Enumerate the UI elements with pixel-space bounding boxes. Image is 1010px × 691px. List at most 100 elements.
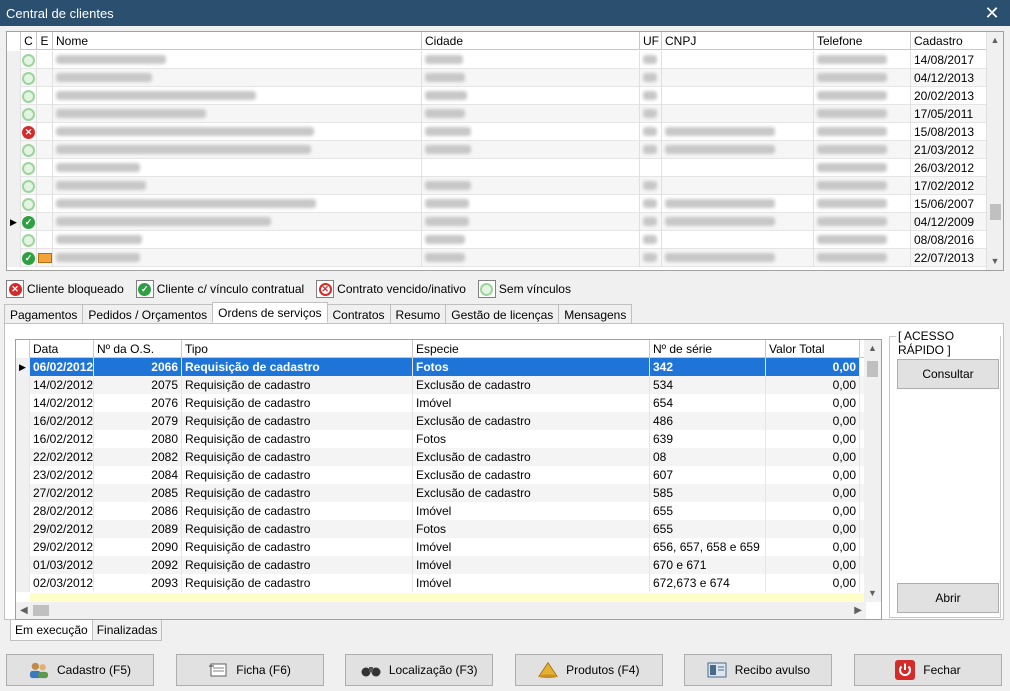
subtab-em-execucao[interactable]: Em execução	[10, 620, 93, 641]
consultar-button[interactable]: Consultar	[897, 359, 999, 389]
tab-pagamentos[interactable]: Pagamentos	[4, 304, 84, 323]
scroll-up-icon[interactable]: ▲	[987, 32, 1003, 49]
totals-row	[30, 593, 866, 601]
client-row[interactable]: 14/08/2017	[7, 51, 987, 69]
tab-gestao-de-licencas[interactable]: Gestão de licenças	[445, 304, 560, 323]
client-row[interactable]: 21/03/2012	[7, 141, 987, 159]
os-row[interactable]: 02/03/2012 2093 Requisição de cadastro Imóv…	[16, 574, 881, 592]
col-c[interactable]: C	[21, 32, 37, 50]
client-grid-scrollbar[interactable]: ▲ ▼	[986, 32, 1003, 270]
os-row[interactable]: 29/02/2012 2089 Requisição de cadastro Foto…	[16, 520, 881, 538]
row-indicator	[7, 105, 21, 123]
cell-nome	[53, 159, 422, 177]
row-indicator	[7, 177, 21, 195]
cell-data: 29/02/2012	[30, 520, 94, 538]
col-uf[interactable]: UF	[640, 32, 662, 50]
os-grid[interactable]: Data Nº da O.S. Tipo Especie Nº de série…	[15, 339, 882, 620]
os-grid-hscrollbar[interactable]: ◀ ▶	[16, 602, 866, 619]
tab-contratos[interactable]: Contratos	[326, 304, 391, 323]
col-cnpj[interactable]: CNPJ	[662, 32, 814, 50]
cell-data: 14/02/2012	[30, 376, 94, 394]
os-row[interactable]: 16/02/2012 2080 Requisição de cadastro Foto…	[16, 430, 881, 448]
client-row[interactable]: 17/05/2011	[7, 105, 987, 123]
os-row[interactable]: 29/02/2012 2090 Requisição de cadastro Imóv…	[16, 538, 881, 556]
os-row[interactable]: 01/03/2012 2092 Requisição de cadastro Imóv…	[16, 556, 881, 574]
client-row[interactable]: 04/12/2013	[7, 69, 987, 87]
col-cidade[interactable]: Cidade	[422, 32, 640, 50]
cell-num-serie: 655	[650, 520, 766, 538]
client-grid[interactable]: C E Nome Cidade UF CNPJ Telefone Cadastr…	[6, 31, 1004, 271]
col-e[interactable]: E	[37, 32, 53, 50]
os-row[interactable]: 14/02/2012 2076 Requisição de cadastro Imóv…	[16, 394, 881, 412]
os-grid-vscrollbar[interactable]: ▲ ▼	[864, 340, 881, 602]
cell-nome	[53, 105, 422, 123]
hscroll-thumb[interactable]	[33, 605, 49, 616]
tab-pedidos-orcamentos[interactable]: Pedidos / Orçamentos	[82, 304, 214, 323]
col-data[interactable]: Data	[30, 340, 94, 358]
col-valor-total[interactable]: Valor Total	[766, 340, 860, 358]
client-row[interactable]: 08/08/2016	[7, 231, 987, 249]
cell-telefone	[814, 105, 911, 123]
scroll-down-icon[interactable]: ▼	[987, 253, 1003, 270]
cell-nome	[53, 123, 422, 141]
cadastro-button[interactable]: Cadastro (F5)	[6, 654, 154, 686]
cell-valor-total: 0,00	[766, 412, 860, 430]
window-title: Central de clientes	[6, 5, 114, 21]
abrir-button[interactable]: Abrir	[897, 583, 999, 613]
fechar-button[interactable]: Fechar	[853, 654, 1002, 686]
client-row[interactable]: 17/02/2012	[7, 177, 987, 195]
scroll-thumb[interactable]	[990, 204, 1001, 220]
os-row[interactable]: 22/02/2012 2082 Requisição de cadastro Excl…	[16, 448, 881, 466]
client-row[interactable]: 26/03/2012	[7, 159, 987, 177]
col-num-serie[interactable]: Nº de série	[650, 340, 766, 358]
scroll-down-icon[interactable]: ▼	[864, 585, 881, 602]
cell-uf	[640, 177, 662, 195]
cell-especie: Imóvel	[413, 556, 650, 574]
scroll-up-icon[interactable]: ▲	[864, 340, 881, 357]
col-especie[interactable]: Especie	[413, 340, 650, 358]
cell-status	[21, 51, 37, 69]
legend-vinculo-label: Cliente c/ vínculo contratual	[156, 282, 305, 296]
cell-status	[21, 105, 37, 123]
tab-mensagens[interactable]: Mensagens	[558, 304, 633, 323]
os-row[interactable]: 23/02/2012 2084 Requisição de cadastro Excl…	[16, 466, 881, 484]
cell-email	[37, 249, 53, 267]
os-row[interactable]: 28/02/2012 2086 Requisição de cadastro Imóv…	[16, 502, 881, 520]
localizacao-button[interactable]: Localização (F3)	[345, 654, 494, 686]
col-num-os[interactable]: Nº da O.S.	[94, 340, 182, 358]
cell-num-os: 2080	[94, 430, 182, 448]
produtos-button[interactable]: Produtos (F4)	[514, 654, 663, 686]
client-row[interactable]: ▶ ✓ 04/12/2009	[7, 213, 987, 231]
col-telefone[interactable]: Telefone	[814, 32, 911, 50]
os-row[interactable]: 16/02/2012 2079 Requisição de cadastro Excl…	[16, 412, 881, 430]
ficha-button[interactable]: Ficha (F6)	[175, 654, 324, 686]
scroll-right-icon[interactable]: ▶	[854, 605, 862, 616]
col-nome[interactable]: Nome	[53, 32, 422, 50]
cell-valor-total: 0,00	[766, 448, 860, 466]
col-tipo[interactable]: Tipo	[182, 340, 413, 358]
client-row[interactable]: 15/06/2007	[7, 195, 987, 213]
cell-cadastro: 20/02/2013	[911, 87, 987, 105]
tab-ordens-de-servicos[interactable]: Ordens de serviços	[212, 302, 328, 323]
client-row[interactable]: ✓ 22/07/2013	[7, 249, 987, 267]
cell-valor-total: 0,00	[766, 502, 860, 520]
cell-cnpj	[662, 51, 814, 69]
row-indicator	[16, 394, 30, 412]
cell-tipo: Requisição de cadastro	[182, 466, 413, 484]
os-row[interactable]: 27/02/2012 2085 Requisição de cadastro Excl…	[16, 484, 881, 502]
recibo-avulso-button[interactable]: Recibo avulso	[684, 654, 833, 686]
cell-email	[37, 105, 53, 123]
cell-cidade	[422, 159, 640, 177]
no-link-icon	[477, 280, 496, 298]
col-cadastro[interactable]: Cadastro	[911, 32, 987, 50]
tab-resumo[interactable]: Resumo	[389, 304, 447, 323]
scroll-left-icon[interactable]: ◀	[20, 605, 28, 616]
client-row[interactable]: ✕ 15/08/2013	[7, 123, 987, 141]
client-row[interactable]: 20/02/2013	[7, 87, 987, 105]
cell-uf	[640, 231, 662, 249]
scroll-thumb[interactable]	[867, 361, 878, 377]
subtab-finalizadas[interactable]: Finalizadas	[91, 620, 163, 641]
close-icon[interactable]: ✕	[980, 3, 1004, 23]
os-row[interactable]: ▶ 06/02/2012 2066 Requisição de cadastro Fot…	[16, 358, 881, 376]
os-row[interactable]: 14/02/2012 2075 Requisição de cadastro Excl…	[16, 376, 881, 394]
